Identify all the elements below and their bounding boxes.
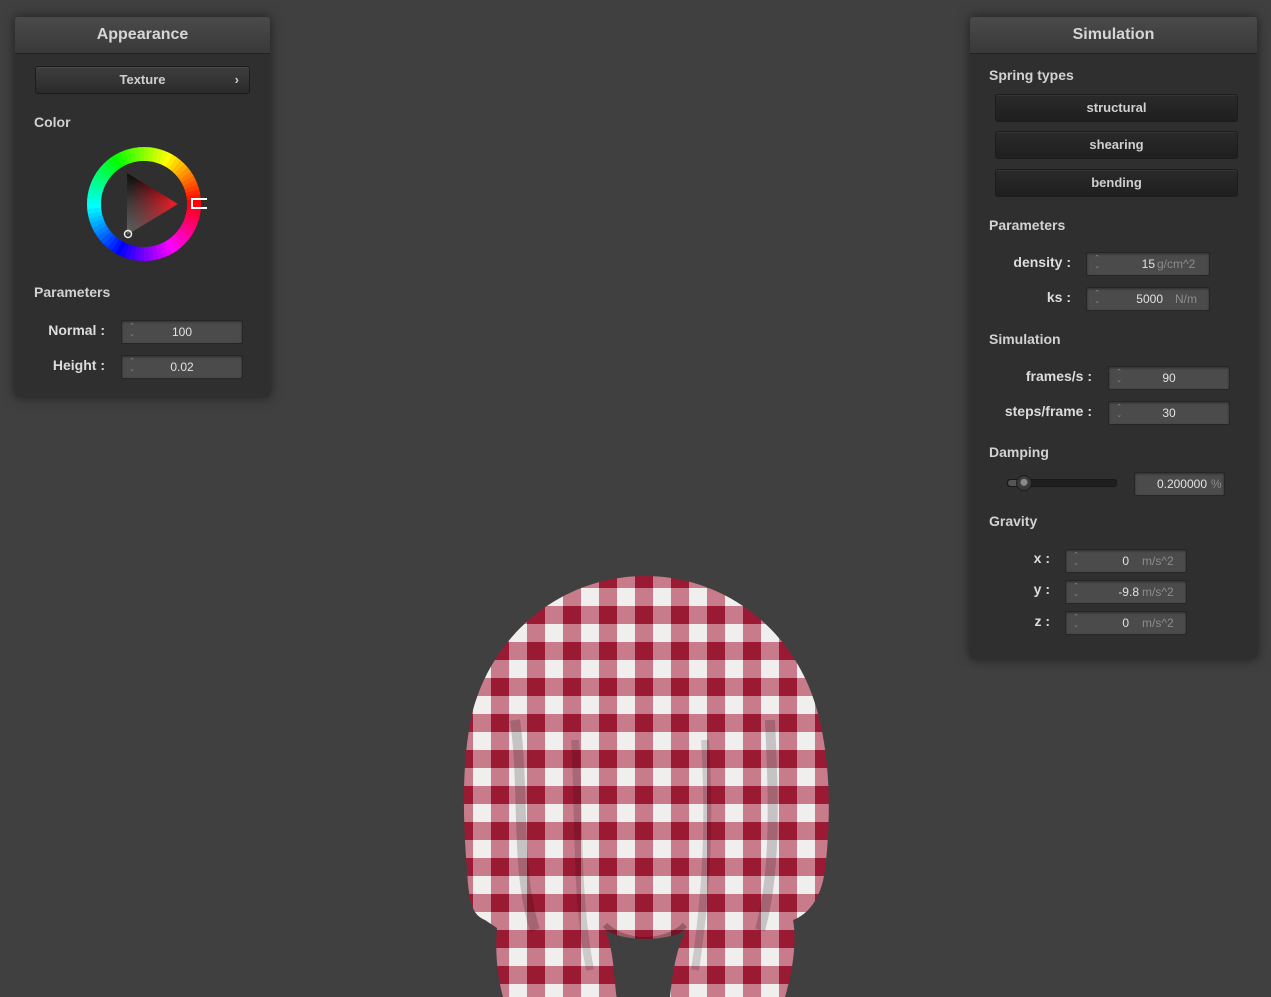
- gravity-label: Gravity: [989, 513, 1038, 529]
- ks-label: ks :: [1046, 289, 1071, 305]
- height-label: Height :: [52, 357, 105, 373]
- normal-input[interactable]: ⌃ ⌄ 100: [121, 320, 243, 344]
- damping-slider-knob[interactable]: [1016, 475, 1033, 491]
- damping-input[interactable]: 0.200000 %: [1134, 472, 1225, 496]
- texture-button-label: Texture: [119, 72, 166, 87]
- damping-slider[interactable]: [1007, 475, 1117, 491]
- spinner-icon[interactable]: ⌃ ⌄: [1114, 404, 1124, 422]
- texture-button[interactable]: Texture ›: [35, 66, 250, 94]
- color-wheel[interactable]: [87, 145, 207, 263]
- spinner-icon[interactable]: ⌃ ⌄: [1114, 369, 1124, 387]
- gravity-y-label: y :: [1033, 581, 1050, 597]
- height-input[interactable]: ⌃ ⌄ 0.02: [121, 355, 243, 379]
- bending-button[interactable]: bending: [995, 169, 1238, 197]
- appearance-title[interactable]: Appearance: [15, 17, 270, 54]
- structural-button[interactable]: structural: [995, 94, 1238, 122]
- spinner-icon[interactable]: ⌃ ⌄: [1071, 552, 1081, 570]
- spinner-icon[interactable]: ⌃ ⌄: [1092, 255, 1102, 273]
- simulation-title[interactable]: Simulation: [970, 17, 1257, 54]
- chevron-right-icon: ›: [234, 72, 239, 87]
- density-unit: g/cm^2: [1157, 257, 1196, 271]
- spring-types-label: Spring types: [989, 67, 1074, 83]
- fps-label: frames/s :: [1025, 368, 1092, 384]
- gravity-x-label: x :: [1033, 550, 1050, 566]
- ks-input[interactable]: ⌃ ⌄ 5000 N/m: [1086, 287, 1210, 311]
- gravity-z-input[interactable]: ⌃ ⌄ 0 m/s^2: [1065, 611, 1187, 635]
- spinner-icon[interactable]: ⌃ ⌄: [127, 323, 137, 341]
- gravity-unit: m/s^2: [1142, 616, 1174, 630]
- sim-parameters-label: Parameters: [989, 217, 1066, 233]
- spinner-icon[interactable]: ⌃ ⌄: [1071, 583, 1081, 601]
- spinner-icon[interactable]: ⌃ ⌄: [127, 358, 137, 376]
- appearance-parameters-label: Parameters: [34, 284, 111, 300]
- fps-input[interactable]: ⌃ ⌄ 90: [1108, 366, 1230, 390]
- gravity-x-input[interactable]: ⌃ ⌄ 0 m/s^2: [1065, 549, 1187, 573]
- steps-input[interactable]: ⌃ ⌄ 30: [1108, 401, 1230, 425]
- gravity-unit: m/s^2: [1142, 554, 1174, 568]
- damping-unit: %: [1211, 477, 1222, 491]
- gravity-unit: m/s^2: [1142, 585, 1174, 599]
- spinner-icon[interactable]: ⌃ ⌄: [1071, 614, 1081, 632]
- steps-label: steps/frame :: [1004, 403, 1092, 419]
- damping-label: Damping: [989, 444, 1049, 460]
- ks-unit: N/m: [1175, 292, 1197, 306]
- appearance-window: Appearance Texture › Color Parameters No…: [15, 17, 270, 397]
- gravity-y-input[interactable]: ⌃ ⌄ -9.8 m/s^2: [1065, 580, 1187, 604]
- simulation-window: Simulation Spring types structural shear…: [970, 17, 1257, 659]
- normal-label: Normal :: [48, 322, 105, 338]
- cloth-mesh[interactable]: [455, 570, 835, 997]
- color-label: Color: [34, 114, 71, 130]
- simulation-section-label: Simulation: [989, 331, 1061, 347]
- gravity-z-label: z :: [1034, 613, 1050, 629]
- shearing-button[interactable]: shearing: [995, 131, 1238, 159]
- density-input[interactable]: ⌃ ⌄ 15 g/cm^2: [1086, 252, 1210, 276]
- density-label: density :: [1013, 254, 1071, 270]
- spinner-icon[interactable]: ⌃ ⌄: [1092, 290, 1102, 308]
